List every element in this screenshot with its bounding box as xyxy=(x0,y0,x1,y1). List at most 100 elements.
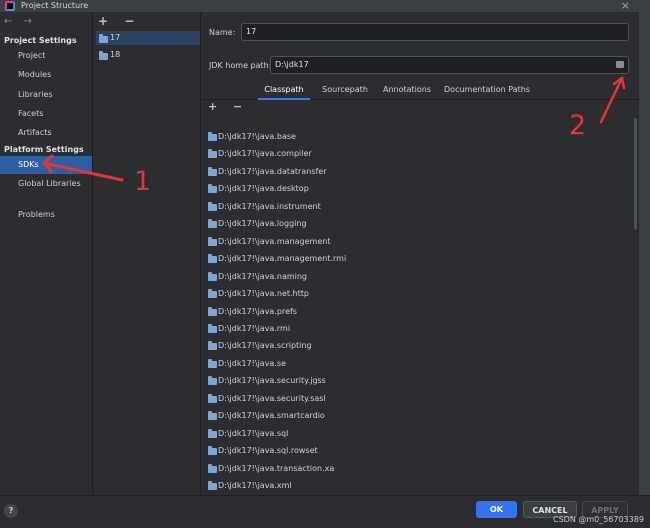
platform-settings-header: Platform Settings xyxy=(4,145,84,154)
classpath-entry-label: D:\jdk17!\java.prefs xyxy=(218,306,297,316)
name-label: Name: xyxy=(209,28,236,37)
classpath-row[interactable]: D:\jdk17!\java.management xyxy=(202,233,639,250)
module-folder-icon xyxy=(208,271,217,281)
nav-item-sdks[interactable]: SDKs xyxy=(0,156,92,174)
window-title: Project Structure xyxy=(21,1,89,10)
sdk-add-remove-toolbar[interactable]: + − xyxy=(98,14,140,28)
nav-item-problems[interactable]: Problems xyxy=(0,206,92,224)
classpath-row[interactable]: D:\jdk17!\java.sql xyxy=(202,425,639,442)
module-folder-icon xyxy=(208,463,217,473)
classpath-entry-label: D:\jdk17!\java.naming xyxy=(218,271,308,281)
intellij-logo-icon xyxy=(5,1,15,11)
classpath-row[interactable]: D:\jdk17!\java.rmi xyxy=(202,320,639,337)
module-folder-icon xyxy=(208,446,217,456)
jdk-folder-icon xyxy=(99,51,108,60)
help-icon[interactable]: ? xyxy=(4,504,18,518)
nav-item-facets[interactable]: Facets xyxy=(0,105,92,123)
module-folder-icon xyxy=(208,376,217,386)
close-icon[interactable]: × xyxy=(621,0,630,12)
classpath-entry-label: D:\jdk17!\java.se xyxy=(218,358,286,368)
jdk-folder-icon xyxy=(99,34,108,43)
sdk-item-18[interactable]: 18 xyxy=(96,48,200,62)
nav-item-project[interactable]: Project xyxy=(0,47,92,65)
classpath-row[interactable]: D:\jdk17!\java.smartcardio xyxy=(202,407,639,424)
module-folder-icon xyxy=(208,132,217,141)
classpath-row[interactable]: D:\jdk17!\java.xml xyxy=(202,477,639,494)
nav-item-artifacts[interactable]: Artifacts xyxy=(0,124,92,142)
classpath-entry-label: D:\jdk17!\java.rmi xyxy=(218,323,291,333)
classpath-row[interactable]: D:\jdk17!\java.naming xyxy=(202,268,639,285)
sdk-list-pane: + − 17 18 xyxy=(94,12,201,495)
nav-item-libraries[interactable]: Libraries xyxy=(0,86,92,104)
module-folder-icon xyxy=(208,358,217,368)
tab-documentation-paths[interactable]: Documentation Paths xyxy=(441,82,533,100)
jdk-home-path-label: JDK home path: xyxy=(209,61,272,70)
sdk-item-label: 17 xyxy=(110,33,121,42)
classpath-row[interactable]: D:\jdk17!\java.sql.rowset xyxy=(202,442,639,459)
module-folder-icon xyxy=(208,149,217,159)
jdk-home-path-field[interactable]: D:\jdk17 xyxy=(270,56,629,74)
classpath-entry-label: D:\jdk17!\java.sql.rowset xyxy=(218,446,318,456)
ok-button[interactable]: OK xyxy=(476,501,517,518)
module-folder-icon xyxy=(208,306,217,316)
classpath-add-remove-toolbar[interactable]: + − xyxy=(208,100,248,113)
annotation-number-1: 1 xyxy=(134,166,152,197)
classpath-entry-label: D:\jdk17!\java.instrument xyxy=(218,201,321,211)
classpath-entry-label: D:\jdk17!\java.management xyxy=(218,236,331,246)
nav-item-global-libraries[interactable]: Global Libraries xyxy=(0,175,92,193)
tab-classpath[interactable]: Classpath xyxy=(258,82,310,100)
module-folder-icon xyxy=(208,393,217,403)
module-folder-icon xyxy=(208,166,217,176)
sdk-item-17[interactable]: 17 xyxy=(96,31,200,45)
classpath-row[interactable]: D:\jdk17!\java.se xyxy=(202,355,639,372)
classpath-entry-label: D:\jdk17!\java.smartcardio xyxy=(218,411,325,421)
classpath-row[interactable]: D:\jdk17!\java.prefs xyxy=(202,303,639,320)
classpath-entry-label: D:\jdk17!\java.logging xyxy=(218,219,307,229)
classpath-entry-label: D:\jdk17!\java.net.http xyxy=(218,289,309,299)
jdk-home-path-value: D:\jdk17 xyxy=(275,60,309,69)
settings-nav: ← → Project Settings Project Modules Lib… xyxy=(0,12,93,495)
classpath-entry-label: D:\jdk17!\java.base xyxy=(218,132,296,141)
sdk-item-label: 18 xyxy=(110,50,121,59)
title-bar: Project Structure × xyxy=(0,0,650,12)
nav-item-modules[interactable]: Modules xyxy=(0,66,92,84)
tab-sourcepath[interactable]: Sourcepath xyxy=(314,82,376,100)
classpath-list: D:\jdk17!\java.base D:\jdk17!\java.compil… xyxy=(202,116,639,495)
module-folder-icon xyxy=(208,289,217,299)
back-forward-arrows[interactable]: ← → xyxy=(4,16,36,27)
module-folder-icon xyxy=(208,481,217,490)
classpath-row[interactable]: D:\jdk17!\java.instrument xyxy=(202,198,639,215)
classpath-row[interactable]: D:\jdk17!\java.logging xyxy=(202,215,639,232)
classpath-row[interactable]: D:\jdk17!\java.scripting xyxy=(202,337,639,354)
module-folder-icon xyxy=(208,184,217,194)
annotation-number-2: 2 xyxy=(569,110,587,141)
classpath-entry-label: D:\jdk17!\java.transaction.xa xyxy=(218,463,335,473)
classpath-row[interactable]: D:\jdk17!\java.compiler xyxy=(202,145,639,162)
module-folder-icon xyxy=(208,236,217,246)
classpath-row[interactable]: D:\jdk17!\java.management.rmi xyxy=(202,250,639,267)
classpath-entry-label: D:\jdk17!\java.security.sasl xyxy=(218,393,326,403)
classpath-scrollbar[interactable] xyxy=(634,118,637,230)
classpath-row[interactable]: D:\jdk17!\java.security.sasl xyxy=(202,390,639,407)
project-settings-header: Project Settings xyxy=(4,36,77,45)
classpath-entry-label: D:\jdk17!\java.sql xyxy=(218,428,289,438)
classpath-row[interactable]: D:\jdk17!\java.datatransfer xyxy=(202,163,639,180)
csdn-watermark: CSDN @m0_56703389 xyxy=(553,515,644,524)
classpath-entry-label: D:\jdk17!\java.xml xyxy=(218,481,292,490)
module-folder-icon xyxy=(208,219,217,229)
classpath-entry-label: D:\jdk17!\java.compiler xyxy=(218,149,312,159)
classpath-entry-label: D:\jdk17!\java.scripting xyxy=(218,341,312,351)
classpath-row[interactable]: D:\jdk17!\java.net.http xyxy=(202,285,639,302)
sdk-detail-pane: Name: 17 JDK home path: D:\jdk17 Classpa… xyxy=(202,12,650,495)
module-folder-icon xyxy=(208,201,217,211)
module-folder-icon xyxy=(208,428,217,438)
classpath-row[interactable]: D:\jdk17!\java.security.jgss xyxy=(202,372,639,389)
classpath-row[interactable]: D:\jdk17!\java.desktop xyxy=(202,180,639,197)
tab-annotations[interactable]: Annotations xyxy=(378,82,436,100)
browse-folder-icon[interactable] xyxy=(616,61,624,68)
detail-right-edge xyxy=(639,12,650,495)
classpath-entry-label: D:\jdk17!\java.management.rmi xyxy=(218,254,347,264)
classpath-row[interactable]: D:\jdk17!\java.transaction.xa xyxy=(202,460,639,477)
module-folder-icon xyxy=(208,411,217,421)
name-field[interactable]: 17 xyxy=(241,23,629,41)
